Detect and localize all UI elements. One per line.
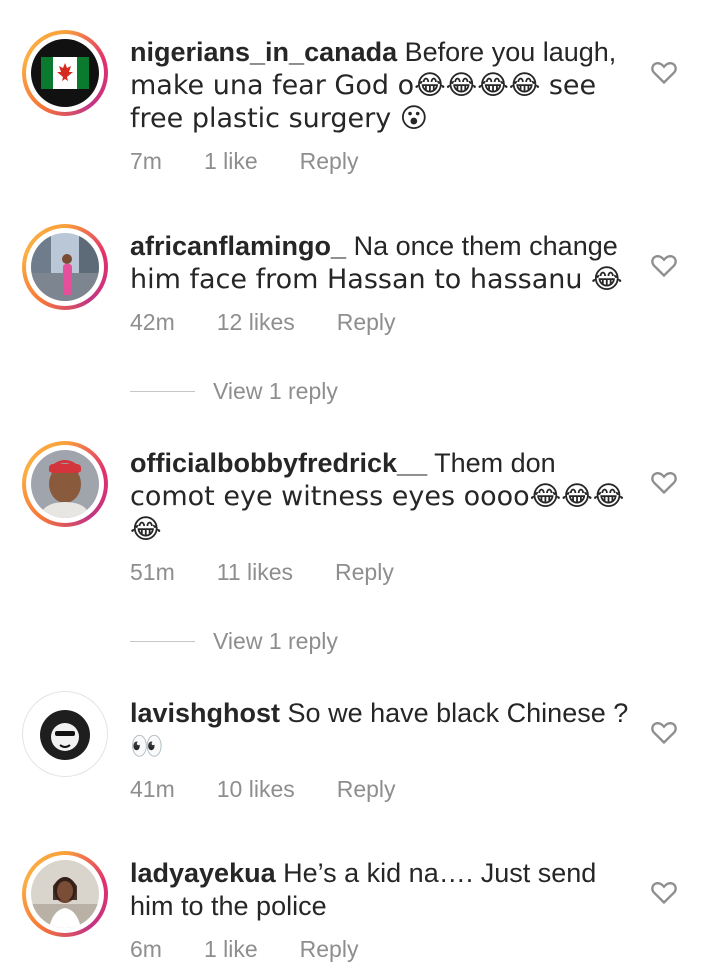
comment-time: 41m: [130, 776, 175, 802]
comment-line: comot eye witness eyes oooo😂😂😂: [130, 481, 625, 512]
comment-line: make una fear God o😂😂😂😂 see: [130, 70, 597, 101]
lion-avatar-icon: [30, 699, 100, 769]
view-replies-button[interactable]: View 1 reply: [130, 376, 338, 406]
comment-username[interactable]: nigerians_in_canada: [130, 37, 397, 67]
person-avatar-icon: [31, 450, 99, 518]
comment-text: ladyayekua He’s a kid na…. Just send him…: [130, 857, 630, 923]
heart-icon[interactable]: [650, 718, 678, 746]
comment-line: 😂: [130, 514, 162, 545]
comment-likes[interactable]: 10 likes: [217, 776, 295, 803]
comment-likes[interactable]: 11 likes: [217, 559, 293, 586]
comment-text: lavishghost So we have black Chinese ? 👀: [130, 697, 630, 763]
view-replies-label: View 1 reply: [213, 627, 338, 654]
comment-meta: 42m 12 likes Reply: [130, 309, 438, 336]
comment-line: So we have black Chinese ?: [287, 698, 629, 728]
person-avatar-icon: [31, 860, 99, 928]
heart-icon[interactable]: [650, 251, 678, 279]
photo-avatar-icon: [31, 233, 99, 301]
comment-line: him face from Hassan to hassanu 😂: [130, 264, 623, 295]
reply-button[interactable]: Reply: [335, 559, 394, 586]
divider-line: [130, 390, 195, 392]
comment-username[interactable]: africanflamingo_: [130, 231, 346, 261]
comment-meta: 7m 1 like Reply: [130, 148, 400, 175]
comment-line: Na once them change: [353, 231, 618, 261]
reply-button[interactable]: Reply: [300, 148, 359, 175]
avatar[interactable]: [22, 691, 108, 777]
flag-avatar-icon: [31, 39, 99, 107]
comment-line: him to the police: [130, 891, 327, 921]
reply-button[interactable]: Reply: [337, 776, 396, 803]
avatar[interactable]: [22, 224, 108, 310]
comment-line: free plastic surgery 😮: [130, 103, 428, 134]
comment-meta: 6m 1 like Reply: [130, 936, 400, 963]
comment-line: He’s a kid na…. Just send: [283, 858, 597, 888]
comment-likes[interactable]: 12 likes: [217, 309, 295, 336]
comment-line: 👀: [130, 731, 164, 762]
comment-username[interactable]: officialbobbyfredrick__: [130, 448, 427, 478]
heart-icon[interactable]: [650, 468, 678, 496]
comment-username[interactable]: lavishghost: [130, 698, 280, 728]
comment-text: officialbobbyfredrick__ Them don comot e…: [130, 447, 630, 546]
comment-username[interactable]: ladyayekua: [130, 858, 276, 888]
comment-line: Them don: [434, 448, 556, 478]
view-replies-label: View 1 reply: [213, 377, 338, 404]
comment-likes[interactable]: 1 like: [204, 936, 258, 963]
heart-icon[interactable]: [650, 878, 678, 906]
heart-icon[interactable]: [650, 58, 678, 86]
comment-time: 42m: [130, 309, 175, 335]
comment-time: 7m: [130, 148, 162, 174]
comment-line: Before you laugh,: [404, 37, 617, 67]
comment-meta: 51m 11 likes Reply: [130, 559, 436, 586]
divider-line: [130, 640, 195, 642]
comment-likes[interactable]: 1 like: [204, 148, 258, 175]
reply-button[interactable]: Reply: [337, 309, 396, 336]
comment-text: nigerians_in_canada Before you laugh, ma…: [130, 36, 630, 135]
comment-time: 6m: [130, 936, 162, 962]
comment-text: africanflamingo_ Na once them change him…: [130, 230, 630, 296]
view-replies-button[interactable]: View 1 reply: [130, 626, 338, 656]
avatar[interactable]: [22, 851, 108, 937]
comment-time: 51m: [130, 559, 175, 585]
comment-meta: 41m 10 likes Reply: [130, 776, 438, 803]
reply-button[interactable]: Reply: [300, 936, 359, 963]
avatar[interactable]: [22, 30, 108, 116]
avatar[interactable]: [22, 441, 108, 527]
